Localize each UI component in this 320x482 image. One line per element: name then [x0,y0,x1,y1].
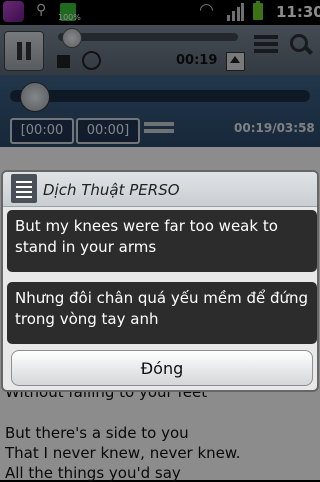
dialog-header: Dịch Thuật PERSO [3,172,317,207]
translated-lyric-box[interactable]: Nhưng đôi chân quá yếu mềm để đứng trong… [7,282,317,344]
document-icon [11,174,37,203]
close-button[interactable]: Đóng [11,350,313,386]
translation-dialog: Dịch Thuật PERSO But my knees were far t… [1,170,319,392]
original-lyric-box[interactable]: But my knees were far too weak to stand … [7,210,317,272]
dialog-title: Dịch Thuật PERSO [43,181,180,199]
